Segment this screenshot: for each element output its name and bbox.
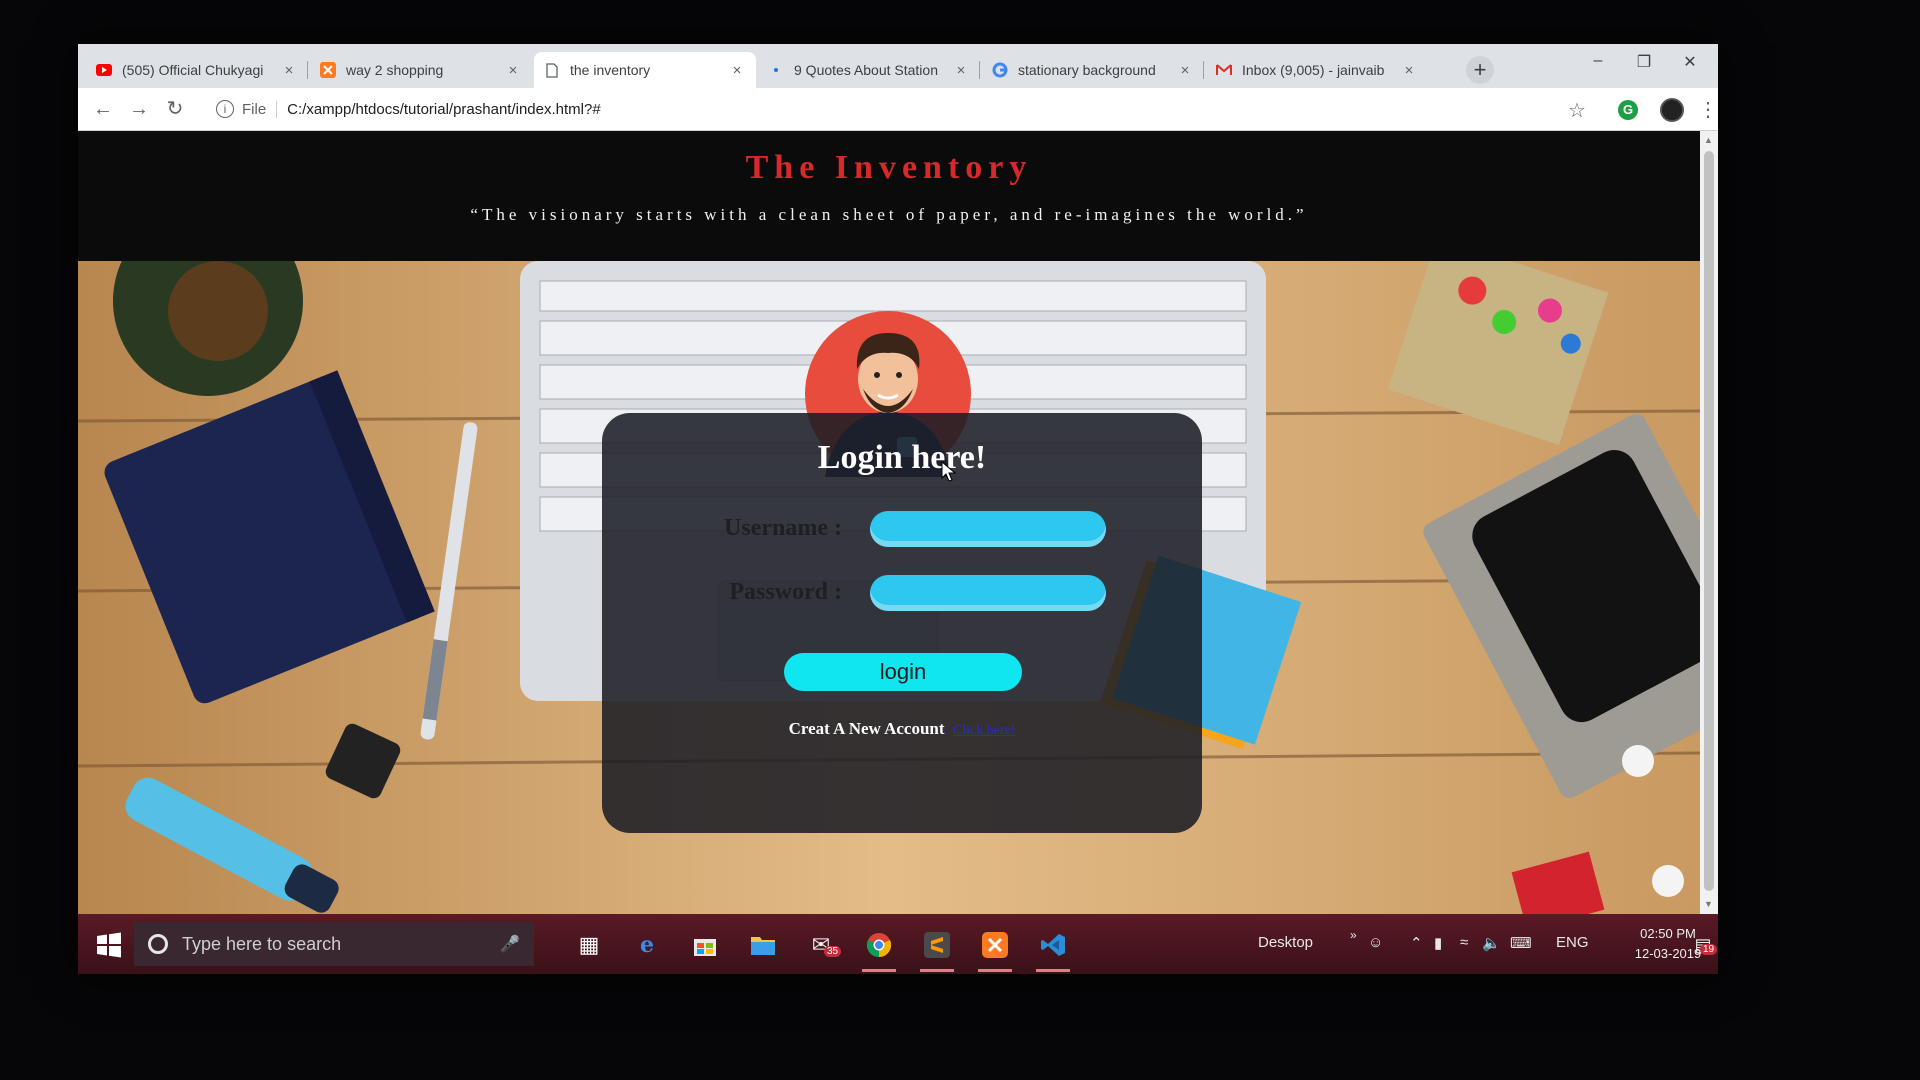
action-center-icon[interactable]: ▤ 19 [1692, 928, 1718, 962]
tab-stationary-background[interactable]: stationary background × [982, 52, 1204, 88]
tab-inbox[interactable]: Inbox (9,005) - jainvaib × [1206, 52, 1428, 88]
close-window-icon[interactable]: ✕ [1670, 52, 1710, 72]
mail-icon[interactable]: ✉ 35 [804, 928, 842, 962]
mouse-cursor-icon [941, 461, 957, 482]
profile-avatar[interactable] [1660, 98, 1684, 122]
tray-chevron-up-icon[interactable]: ⌃ [1410, 934, 1423, 952]
restore-icon[interactable]: ❐ [1624, 52, 1664, 72]
tab-strip: (505) Official Chukyagi × way 2 shopping… [78, 44, 1718, 88]
tab-separator [307, 61, 308, 79]
back-arrow-icon[interactable]: ← [90, 96, 116, 122]
create-account-text: Creat A New Account [788, 719, 945, 738]
youtube-icon [96, 62, 112, 78]
tab-title: way 2 shopping [346, 62, 444, 78]
tab-the-inventory[interactable]: the inventory × [534, 52, 756, 88]
address-bar[interactable]: i File C:/xampp/htdocs/tutorial/prashant… [216, 94, 1656, 124]
screen: (505) Official Chukyagi × way 2 shopping… [78, 44, 1718, 974]
microphone-icon[interactable]: 🎤 [500, 934, 520, 954]
cortana-icon [148, 934, 168, 954]
chrome-icon[interactable] [862, 928, 896, 972]
tab-way2shopping[interactable]: way 2 shopping × [310, 52, 532, 88]
toolbar-expand-icon[interactable]: » [1350, 928, 1357, 942]
xampp-icon [320, 62, 336, 78]
edge-browser-icon[interactable]: e [630, 928, 664, 962]
file-explorer-icon[interactable] [746, 928, 780, 962]
new-tab-button[interactable]: + [1466, 56, 1494, 84]
address-url[interactable]: C:/xampp/htdocs/tutorial/prashant/index.… [287, 101, 601, 118]
browser-toolbar: ← → ↻ i File C:/xampp/htdocs/tutorial/pr… [78, 88, 1718, 131]
loading-icon [768, 62, 784, 78]
close-tab-icon[interactable]: × [1176, 62, 1194, 79]
site-quote: “The visionary starts with a clean sheet… [470, 205, 1308, 224]
taskbar-search[interactable]: Type here to search 🎤 [134, 922, 534, 966]
tab-title: the inventory [570, 62, 651, 78]
tab-quotes[interactable]: 9 Quotes About Station × [758, 52, 980, 88]
close-tab-icon[interactable]: × [1400, 62, 1418, 79]
scroll-up-icon[interactable]: ▲ [1704, 135, 1713, 145]
login-card: Login here! Username : Password : login … [602, 413, 1202, 833]
menu-dots-icon[interactable]: ⋮ [1698, 97, 1718, 122]
close-tab-icon[interactable]: × [280, 62, 298, 79]
windows-taskbar: Type here to search 🎤 ▦ e ✉ 35 Desktop »… [78, 914, 1718, 974]
windows-start-icon[interactable] [96, 932, 122, 958]
username-input[interactable] [870, 511, 1106, 547]
create-account-link[interactable]: Click here! [953, 723, 1016, 738]
desktop-toolbar-label[interactable]: Desktop [1258, 934, 1313, 951]
wifi-icon[interactable]: ≈ [1460, 934, 1468, 951]
forward-arrow-icon[interactable]: → [126, 96, 152, 122]
volume-icon[interactable]: 🔈 [1482, 934, 1501, 952]
search-placeholder: Type here to search [182, 933, 342, 954]
task-view-icon[interactable]: ▦ [572, 928, 606, 962]
page-scrollbar[interactable]: ▲ ▼ [1700, 131, 1718, 914]
notification-badge: 19 [1700, 944, 1718, 955]
battery-icon[interactable]: ▮ [1434, 934, 1442, 952]
tab-separator [1203, 61, 1204, 79]
vscode-icon[interactable] [1036, 928, 1070, 972]
bookmark-star-icon[interactable]: ☆ [1568, 98, 1586, 123]
site-title: The Inventory [745, 149, 1033, 186]
page-icon [544, 62, 560, 78]
tab-separator [979, 61, 980, 79]
site-header: The Inventory “The visionary starts with… [78, 131, 1700, 261]
scrollbar-thumb[interactable] [1704, 151, 1714, 891]
minimize-icon[interactable]: – [1578, 52, 1618, 70]
gmail-icon [1216, 62, 1232, 78]
page-viewport: The Inventory “The visionary starts with… [78, 131, 1700, 914]
address-scheme: File [242, 100, 278, 118]
create-account-row: Creat A New Account Click here! [602, 719, 1202, 739]
google-icon [992, 62, 1008, 78]
tab-title: 9 Quotes About Station [794, 62, 938, 78]
xampp-control-icon[interactable] [978, 928, 1012, 972]
mail-badge: 35 [824, 946, 842, 957]
username-label: Username : [724, 515, 842, 541]
tab-youtube[interactable]: (505) Official Chukyagi × [86, 52, 308, 88]
tab-title: Inbox (9,005) - jainvaib [1242, 62, 1385, 78]
close-tab-icon[interactable]: × [952, 62, 970, 79]
tab-title: stationary background [1018, 62, 1156, 78]
password-input[interactable] [870, 575, 1106, 611]
store-icon[interactable] [688, 928, 722, 962]
people-icon[interactable]: ☺ [1368, 934, 1383, 951]
tab-title: (505) Official Chukyagi [122, 62, 264, 78]
close-tab-icon[interactable]: × [504, 62, 522, 79]
login-heading: Login here! [817, 439, 987, 476]
close-tab-icon[interactable]: × [728, 62, 746, 79]
info-icon[interactable]: i [216, 100, 234, 118]
reload-icon[interactable]: ↻ [162, 96, 188, 122]
password-label: Password : [729, 579, 842, 605]
sublime-text-icon[interactable] [920, 928, 954, 972]
login-button[interactable]: login [784, 653, 1022, 691]
scroll-down-icon[interactable]: ▼ [1704, 899, 1713, 909]
keyboard-icon[interactable]: ⌨ [1510, 934, 1532, 952]
grammarly-extension-icon[interactable]: G [1618, 100, 1638, 120]
language-indicator[interactable]: ENG [1556, 934, 1589, 951]
